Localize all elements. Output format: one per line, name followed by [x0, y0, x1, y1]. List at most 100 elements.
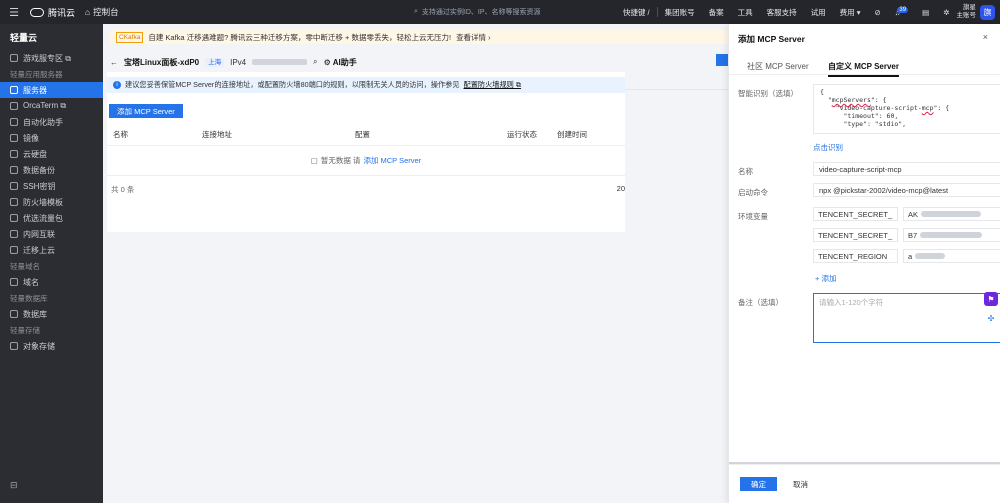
sidebar-item[interactable]: 自动化助手 [0, 114, 103, 130]
remark-textarea[interactable]: 请输入1-120个字符 [813, 293, 1000, 343]
billing-link[interactable]: 费用 ▾ [833, 7, 868, 18]
recognize-link[interactable]: 点击识别 [813, 142, 843, 153]
sidebar-item[interactable]: 服务器 [0, 82, 103, 98]
group-account-link[interactable]: 集团账号 [658, 7, 702, 18]
filing-link[interactable]: 备案 [702, 7, 731, 18]
back-icon[interactable]: ← [110, 58, 118, 67]
info-icon: i [113, 81, 121, 89]
redacted-value [920, 232, 983, 238]
help-icon[interactable]: ⊘ [868, 8, 888, 17]
command-input[interactable]: npx @pickstar-2002/video-mcp@latest [813, 183, 1000, 197]
sidebar-item[interactable]: OrcaTerm ⧉ [0, 98, 103, 114]
shortcut-hint[interactable]: 快捷键 / [616, 7, 657, 18]
env-value-input[interactable]: a [903, 249, 1000, 263]
menu-icon[interactable]: ☰ [0, 0, 28, 24]
sidebar-item-label: 数据库 [23, 309, 47, 319]
sidebar-item[interactable]: 优选流量包 [0, 210, 103, 226]
sidebar-item[interactable]: 对象存储 [0, 338, 103, 354]
name-input[interactable]: video-capture-script-mcp [813, 162, 1000, 176]
sidebar-item-label: 云硬盘 [23, 149, 47, 159]
nav-icon [10, 166, 18, 174]
sidebar-item[interactable]: 镜像 [0, 130, 103, 146]
sidebar-group-label: 轻量应用服务器 [10, 69, 63, 79]
json-config-textarea[interactable]: { "mcpServers": { "video-capture-script-… [813, 84, 1000, 134]
page-size-select[interactable]: 20 [617, 184, 625, 193]
column-address: 连接地址 [202, 130, 232, 139]
env-value-input[interactable]: B7 [903, 228, 1000, 242]
empty-state: ▢ 暂无数据 请 添加 MCP Server [107, 146, 625, 176]
chat-float-icon[interactable]: ⚑ [984, 292, 998, 306]
nav-icon [10, 214, 18, 222]
env-value-input[interactable]: AK [903, 207, 1000, 221]
settings-icon[interactable]: ✲ [936, 8, 956, 17]
nav-icon [10, 150, 18, 158]
message-icon[interactable]: ▤ [915, 8, 936, 17]
add-env-link[interactable]: + 添加 [815, 273, 836, 284]
env-key-input[interactable]: TENCENT_SECRET_ [813, 228, 898, 242]
notification-badge: 39 [897, 6, 909, 13]
sidebar-item[interactable]: 云硬盘 [0, 146, 103, 162]
nav-icon [10, 230, 18, 238]
empty-add-link[interactable]: 添加 MCP Server [363, 155, 421, 166]
smart-recognize-label: 智能识别（选填） [738, 89, 798, 98]
info-banner: i 建议您妥善保管MCP Server的连接地址，或配置防火墙80端口的规则，以… [107, 77, 625, 93]
column-created: 创建时间 [557, 130, 587, 139]
support-link[interactable]: 客服支持 [760, 7, 804, 18]
column-status: 运行状态 [507, 130, 537, 139]
firewall-rule-link[interactable]: 配置防火墙规则 ⧉ [464, 80, 521, 90]
info-text: 建议您妥善保管MCP Server的连接地址，或配置防火墙80端口的规则，以限制… [125, 80, 460, 89]
sidebar-item-label: 迁移上云 [23, 245, 55, 255]
sidebar-item[interactable]: 防火墙模板 [0, 194, 103, 210]
trial-link[interactable]: 试用 [804, 7, 833, 18]
nav-icon [10, 246, 18, 254]
tab-community-mcp[interactable]: 社区 MCP Server [747, 61, 809, 72]
ai-float-icon[interactable]: ✣ [984, 311, 998, 325]
ip-address-redacted [252, 59, 308, 65]
sidebar-item[interactable]: 内网互联 [0, 226, 103, 242]
home-icon: ⌂ [85, 7, 91, 17]
avatar[interactable]: 旗 [980, 4, 995, 20]
notice-text: 自建 Kafka 迁移遇难题? 腾讯云三种迁移方案，零中断迁移 + 数据零丢失，… [148, 32, 452, 42]
console-link[interactable]: ⌂ 控制台 [85, 6, 119, 18]
name-label: 名称 [738, 167, 753, 176]
nav-icon [10, 278, 18, 286]
sidebar-item[interactable]: 迁移上云 [0, 242, 103, 258]
sidebar-item-label: 防火墙模板 [23, 197, 63, 207]
sidebar-group-label: 轻量数据库 [10, 293, 48, 303]
cancel-button[interactable]: 取消 [782, 477, 819, 491]
server-header: ← 宝塔Linux面板-xdP0 上海 IPv4 ⌕ ⚙ AI助手 [110, 51, 728, 73]
sidebar-item[interactable]: 数据备份 [0, 162, 103, 178]
notice-link[interactable]: 查看详情 › [456, 32, 491, 43]
search-icon: ⌕ [414, 8, 418, 15]
promo-notice: CKafka 自建 Kafka 迁移遇难题? 腾讯云三种迁移方案，零中断迁移 +… [110, 30, 728, 44]
user-menu[interactable]: 旗星 主账号 [957, 4, 977, 20]
tab-custom-mcp[interactable]: 自定义 MCP Server [828, 61, 899, 77]
env-key-input[interactable]: TENCENT_SECRET_ [813, 207, 898, 221]
sidebar-item-label: 域名 [23, 277, 39, 287]
sidebar-item[interactable]: 域名 [0, 274, 103, 290]
collapse-sidebar-icon[interactable]: ⊟ [10, 480, 18, 491]
ai-assistant-button[interactable]: ⚙ AI助手 [324, 57, 357, 68]
nav-icon [10, 182, 18, 190]
bell-icon[interactable]: ♫39 [888, 6, 915, 17]
sidebar-item[interactable]: SSH密钥 [0, 178, 103, 194]
confirm-button[interactable]: 确定 [740, 477, 777, 491]
server-name: 宝塔Linux面板-xdP0 [124, 57, 200, 67]
tools-link[interactable]: 工具 [731, 7, 760, 18]
close-icon[interactable]: × [983, 32, 988, 42]
global-search[interactable]: ⌕ 支持通过实例ID、IP、名称等搜索资源 [414, 6, 554, 18]
copy-icon[interactable]: ⌕ [313, 57, 317, 67]
action-button-partial[interactable] [716, 54, 728, 66]
drawer-tabs: 社区 MCP Server 自定义 MCP Server [729, 57, 1000, 77]
sidebar-item[interactable]: 游戏服专区 ⧉ [0, 50, 103, 66]
add-mcp-server-button[interactable]: 添加 MCP Server [109, 104, 183, 118]
logo[interactable]: 腾讯云 [30, 6, 75, 19]
total-count: 共 0 条 [111, 185, 135, 194]
nav-icon [10, 134, 18, 142]
env-key-input[interactable]: TENCENT_REGION [813, 249, 898, 263]
sidebar-item[interactable]: 数据库 [0, 306, 103, 322]
nav-icon [10, 86, 18, 94]
table-header: 名称 连接地址 配置 运行状态 创建时间 [107, 124, 625, 146]
top-bar: ☰ 腾讯云 ⌂ 控制台 ⌕ 支持通过实例ID、IP、名称等搜索资源 快捷键 / 集团… [0, 0, 1000, 24]
nav-icon [10, 310, 18, 318]
